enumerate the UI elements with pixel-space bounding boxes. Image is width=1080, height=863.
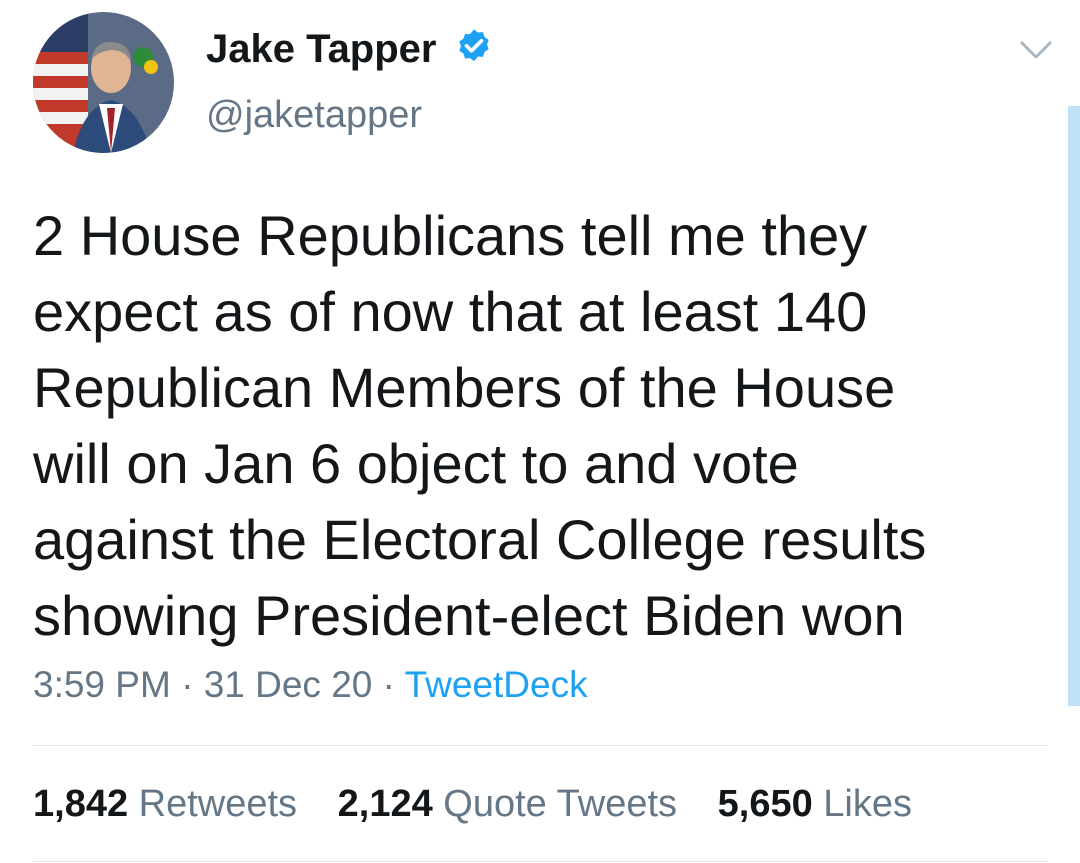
scrollbar[interactable] <box>1068 106 1080 706</box>
likes-count: 5,650 <box>717 783 813 825</box>
tweet-text-line: against the Electoral College results <box>33 508 927 571</box>
tweet-date[interactable]: 31 Dec 20 <box>204 664 373 705</box>
user-handle[interactable]: @jaketapper <box>206 94 422 137</box>
retweets-count: 1,842 <box>33 783 129 825</box>
tweet-time[interactable]: 3:59 PM <box>33 664 171 705</box>
tweet-meta: 3:59 PM · 31 Dec 20 · TweetDeck <box>33 664 588 706</box>
tweet-text-line: 2 House Republicans tell me they <box>33 204 868 267</box>
tweet-text-line: will on Jan 6 object to and vote <box>33 432 799 495</box>
tweet-text-line: showing President-elect Biden won <box>33 584 905 647</box>
likes-stat[interactable]: 5,650 Likes <box>718 783 912 826</box>
meta-separator: · <box>382 664 395 705</box>
display-name[interactable]: Jake Tapper <box>206 27 437 72</box>
verified-badge-icon <box>459 29 489 62</box>
meta-separator: · <box>181 664 194 705</box>
retweets-stat[interactable]: 1,842 Retweets <box>33 783 297 826</box>
quote-tweets-label: Quote Tweets <box>443 783 678 825</box>
divider <box>33 861 1048 862</box>
tweet-text-line: expect as of now that at least 140 <box>33 280 868 343</box>
avatar[interactable] <box>33 12 174 153</box>
likes-label: Likes <box>823 783 912 825</box>
divider <box>33 745 1048 746</box>
quote-tweets-count: 2,124 <box>337 783 433 825</box>
engagement-stats: 1,842 Retweets 2,124 Quote Tweets 5,650 … <box>33 783 942 826</box>
tweet-source-link[interactable]: TweetDeck <box>405 664 588 705</box>
retweets-label: Retweets <box>138 783 298 825</box>
tweet-text-line: Republican Members of the House <box>33 356 896 419</box>
chevron-down-icon[interactable] <box>1018 38 1054 62</box>
tweet-text: 2 House Republicans tell me they expect … <box>33 198 1058 654</box>
avatar-image <box>33 12 174 153</box>
quote-tweets-stat[interactable]: 2,124 Quote Tweets <box>338 783 677 826</box>
